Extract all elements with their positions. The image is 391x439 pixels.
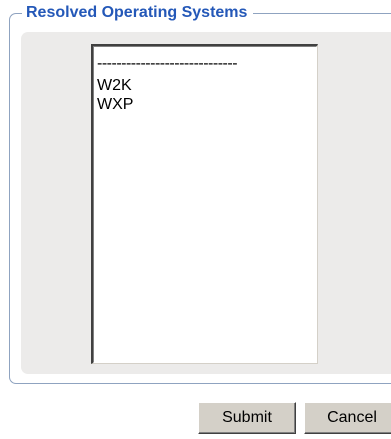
list-item-w2k[interactable]: W2K — [97, 76, 316, 95]
cancel-button[interactable]: Cancel — [304, 402, 391, 434]
os-listbox-content: ----------------------------- W2K WXP — [93, 46, 317, 363]
list-item-separator[interactable]: ----------------------------- — [97, 56, 316, 72]
submit-button[interactable]: Submit — [198, 402, 296, 434]
list-item-wxp[interactable]: WXP — [97, 95, 316, 114]
os-listbox[interactable]: ----------------------------- W2K WXP — [91, 44, 318, 364]
fieldset-legend: Resolved Operating Systems — [22, 4, 254, 22]
page: Resolved Operating Systems -------------… — [0, 0, 391, 439]
